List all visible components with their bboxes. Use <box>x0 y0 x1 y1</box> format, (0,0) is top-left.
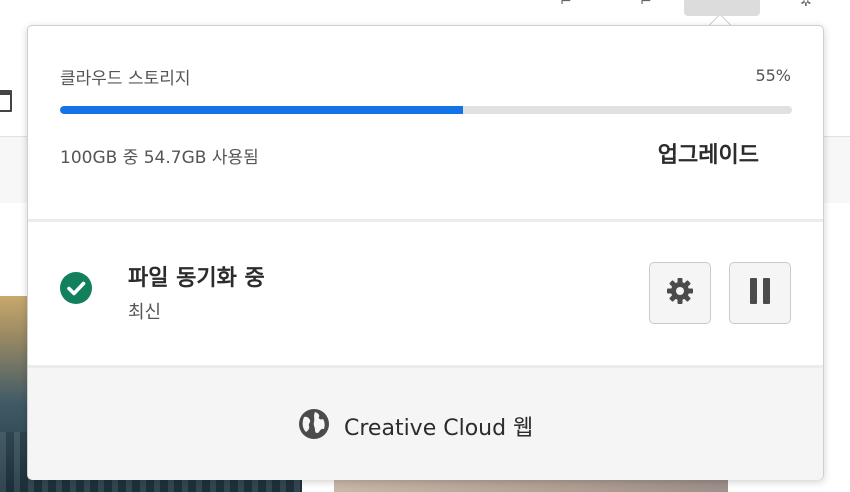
globe-icon <box>298 408 330 444</box>
storage-title: 클라우드 스토리지 <box>60 69 191 89</box>
web-link-content[interactable]: Creative Cloud 웹 <box>298 408 533 444</box>
pause-icon <box>747 277 773 309</box>
sync-section: 파일 동기화 중 최신 <box>28 222 823 365</box>
gear-icon <box>665 276 695 310</box>
sync-pause-button[interactable] <box>729 262 791 324</box>
sync-status-title: 파일 동기화 중 <box>128 266 265 291</box>
background-toolbar-icon[interactable]: ⌐ <box>560 0 572 10</box>
storage-percent: 55% <box>755 66 791 85</box>
creative-cloud-web-link[interactable]: Creative Cloud 웹 <box>28 368 823 480</box>
sync-status-subtitle: 최신 <box>128 302 162 323</box>
web-link-label[interactable]: Creative Cloud 웹 <box>344 410 533 442</box>
upgrade-button[interactable]: 업그레이드 <box>658 137 759 169</box>
sync-settings-button[interactable] <box>649 262 711 324</box>
storage-progress-bar <box>60 106 792 114</box>
window-icon[interactable] <box>0 90 12 112</box>
storage-usage-text: 100GB 중 54.7GB 사용됨 <box>60 148 259 168</box>
cloud-storage-popover: 클라우드 스토리지 55% 100GB 중 54.7GB 사용됨 업그레이드 파… <box>27 25 824 480</box>
background-toolbar-icon[interactable]: ✲ <box>800 0 812 10</box>
background-toolbar-icon[interactable]: ⌐ <box>640 0 652 10</box>
storage-progress-fill <box>60 106 463 114</box>
storage-section: 클라우드 스토리지 55% 100GB 중 54.7GB 사용됨 업그레이드 <box>28 26 823 219</box>
cloud-activity-tab[interactable] <box>684 0 760 16</box>
check-circle-icon <box>60 272 92 304</box>
